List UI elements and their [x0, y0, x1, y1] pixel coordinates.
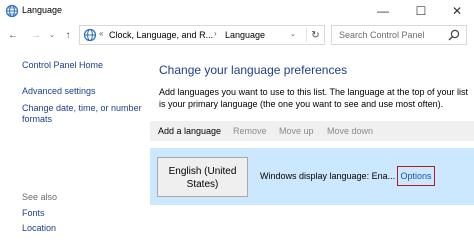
sidebar: Control Panel Home Advanced settings Cha…: [0, 48, 150, 249]
sidebar-link-fonts[interactable]: Fonts: [22, 208, 45, 219]
display-language-status: Windows display language: Ena...: [260, 171, 396, 181]
breadcrumb-language[interactable]: Language: [225, 30, 265, 40]
close-button[interactable]: ✕: [440, 0, 474, 22]
navigation-bar: ← → ⌄ ↑ « Clock, Language, and R... › La…: [0, 22, 474, 48]
search-placeholder: Search Control Panel: [339, 30, 425, 40]
sidebar-link-date-time-formats[interactable]: Change date, time, or number formats: [22, 103, 147, 125]
language-toolbar: Add a language Remove Move up Move down: [150, 121, 474, 141]
up-button[interactable]: ↑: [61, 27, 75, 43]
search-icon: [448, 29, 460, 41]
window-title: Language: [22, 5, 63, 15]
options-link[interactable]: Options: [397, 166, 435, 186]
move-down-button[interactable]: Move down: [327, 126, 373, 136]
refresh-button[interactable]: ↻: [306, 28, 324, 42]
address-dropdown-button[interactable]: ⌄: [290, 30, 296, 38]
address-bar[interactable]: « Clock, Language, and R... › Language ⌄…: [79, 25, 325, 45]
remove-button[interactable]: Remove: [233, 126, 267, 136]
move-up-button[interactable]: Move up: [279, 126, 314, 136]
add-language-button[interactable]: Add a language: [158, 126, 221, 136]
control-panel-icon: [83, 28, 97, 42]
sidebar-link-location[interactable]: Location: [22, 223, 56, 234]
sidebar-link-advanced-settings[interactable]: Advanced settings: [22, 86, 96, 97]
language-globe-icon: [5, 4, 19, 18]
language-list-item[interactable]: English (United States) Windows display …: [150, 148, 474, 205]
search-input[interactable]: Search Control Panel: [331, 25, 467, 45]
sidebar-link-control-panel-home[interactable]: Control Panel Home: [22, 60, 103, 71]
maximize-button[interactable]: ☐: [404, 0, 438, 22]
minimize-button[interactable]: —: [366, 0, 400, 22]
page-description: Add languages you want to use to this li…: [159, 87, 469, 109]
breadcrumb-overflow[interactable]: «: [99, 29, 103, 38]
language-tile[interactable]: English (United States): [157, 157, 248, 197]
see-also-heading: See also: [22, 192, 58, 202]
forward-button[interactable]: →: [29, 27, 43, 43]
breadcrumb-separator[interactable]: ›: [214, 29, 217, 38]
breadcrumb-clock-language-region[interactable]: Clock, Language, and R...: [109, 30, 213, 40]
language-name: English (United States): [168, 166, 237, 190]
page-title: Change your language preferences: [159, 63, 348, 77]
title-bar: Language — ☐ ✕: [0, 0, 474, 22]
recent-locations-button[interactable]: ⌄: [45, 27, 59, 43]
back-button[interactable]: ←: [6, 27, 20, 43]
